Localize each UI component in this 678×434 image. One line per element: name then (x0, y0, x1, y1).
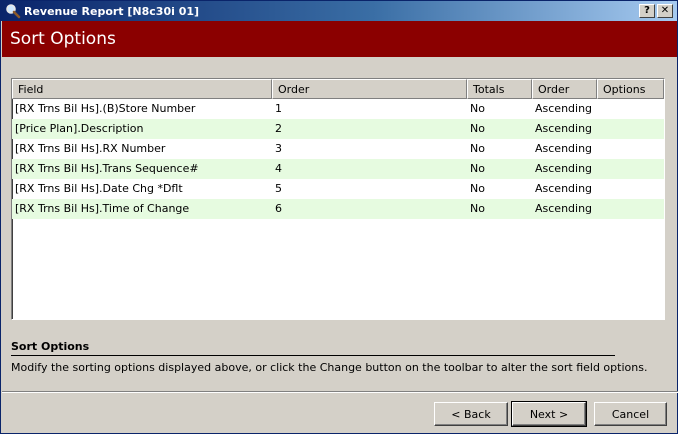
window-title: Revenue Report [N8c30i 01] (24, 4, 200, 18)
cell-field[interactable]: [RX Trns Bil Hs].(B)Store Number (12, 99, 272, 119)
table-row[interactable]: [RX Trns Bil Hs].Date Chg *Dflt 5 No Asc… (12, 179, 664, 199)
cancel-button[interactable]: Cancel (594, 402, 667, 426)
cell-order[interactable]: 2 (272, 119, 467, 139)
cell-field[interactable]: [RX Trns Bil Hs].Date Chg *Dflt (12, 179, 272, 199)
table-row[interactable]: [RX Trns Bil Hs].RX Number 3 No Ascendin… (12, 139, 664, 159)
magnifier-icon (5, 3, 21, 19)
grid-header: Field Order Totals Order Options (12, 79, 664, 99)
cell-order[interactable]: 1 (272, 99, 467, 119)
footer-divider (2, 391, 678, 393)
cell-totals[interactable]: No (467, 119, 532, 139)
help-button[interactable]: ? (639, 4, 655, 18)
cell-field[interactable]: [RX Trns Bil Hs].RX Number (12, 139, 272, 159)
table-row[interactable]: [RX Trns Bil Hs].Trans Sequence# 4 No As… (12, 159, 664, 179)
cell-direction[interactable]: Ascending (532, 119, 597, 139)
cell-direction[interactable]: Ascending (532, 199, 597, 219)
cell-totals[interactable]: No (467, 199, 532, 219)
cell-options[interactable] (597, 99, 664, 119)
column-header-direction[interactable]: Order (532, 79, 597, 99)
cell-totals[interactable]: No (467, 99, 532, 119)
cell-field[interactable]: [Price Plan].Description (12, 119, 272, 139)
sort-grid[interactable]: Field Order Totals Order Options [RX Trn… (11, 78, 665, 320)
cell-options[interactable] (597, 159, 664, 179)
column-header-order[interactable]: Order (272, 79, 467, 99)
cell-direction[interactable]: Ascending (532, 139, 597, 159)
cell-options[interactable] (597, 179, 664, 199)
cell-options[interactable] (597, 139, 664, 159)
table-row[interactable]: [RX Trns Bil Hs].(B)Store Number 1 No As… (12, 99, 664, 119)
cell-order[interactable]: 3 (272, 139, 467, 159)
cell-direction[interactable]: Ascending (532, 159, 597, 179)
cell-totals[interactable]: No (467, 139, 532, 159)
column-header-options[interactable]: Options (597, 79, 664, 99)
page-title: Sort Options (10, 29, 116, 49)
column-header-field[interactable]: Field (12, 79, 272, 99)
table-row[interactable]: [Price Plan].Description 2 No Ascending (12, 119, 664, 139)
cell-field[interactable]: [RX Trns Bil Hs].Trans Sequence# (12, 159, 272, 179)
table-row[interactable]: [RX Trns Bil Hs].Time of Change 6 No Asc… (12, 199, 664, 219)
back-button[interactable]: < Back (434, 402, 508, 426)
page-header: Sort Options (2, 21, 677, 57)
description-divider (11, 355, 615, 356)
title-bar[interactable]: Revenue Report [N8c30i 01] ? ✕ (1, 1, 677, 21)
description-title: Sort Options (11, 340, 90, 353)
cell-totals[interactable]: No (467, 179, 532, 199)
cell-direction[interactable]: Ascending (532, 179, 597, 199)
column-header-totals[interactable]: Totals (467, 79, 532, 99)
cell-direction[interactable]: Ascending (532, 99, 597, 119)
cell-totals[interactable]: No (467, 159, 532, 179)
report-window: Revenue Report [N8c30i 01] ? ✕ Sort Opti… (0, 0, 678, 434)
cell-options[interactable] (597, 119, 664, 139)
cell-field[interactable]: [RX Trns Bil Hs].Time of Change (12, 199, 272, 219)
description-text: Modify the sorting options displayed abo… (11, 361, 648, 374)
close-button[interactable]: ✕ (657, 4, 673, 18)
cell-options[interactable] (597, 199, 664, 219)
cell-order[interactable]: 5 (272, 179, 467, 199)
next-button[interactable]: Next > (511, 401, 587, 427)
cell-order[interactable]: 6 (272, 199, 467, 219)
cell-order[interactable]: 4 (272, 159, 467, 179)
